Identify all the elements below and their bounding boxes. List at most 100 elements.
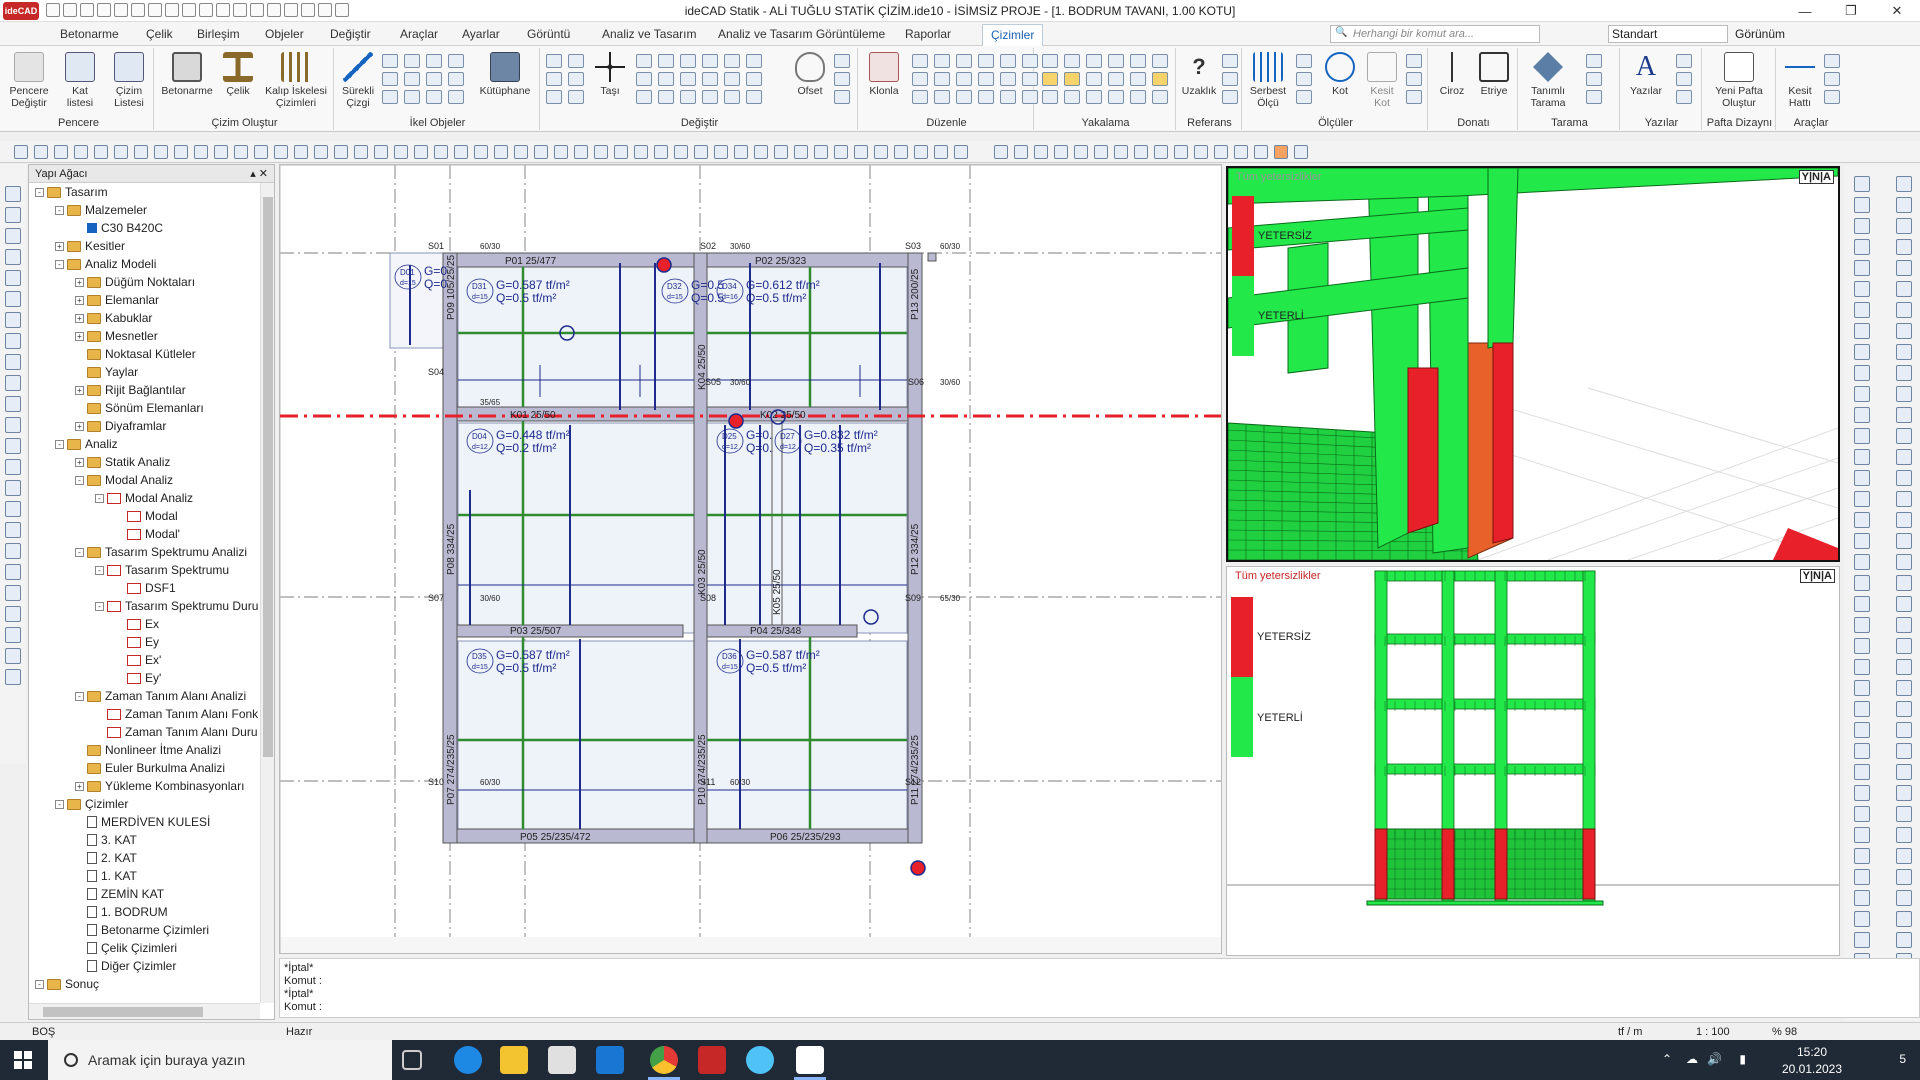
right-tool-icon[interactable] [1854, 302, 1870, 318]
tree-node[interactable]: 1. BODRUM [75, 903, 168, 921]
beam-label[interactable]: K01 25/50 [510, 410, 556, 421]
line-icon[interactable] [374, 145, 388, 159]
tree-scroll-thumb[interactable] [263, 197, 273, 757]
snap-near-icon[interactable] [1064, 72, 1080, 86]
distance-button[interactable]: ? Uzaklık [1180, 52, 1218, 97]
tree-node[interactable]: - Tasarım Spektrumu Analizi [75, 543, 247, 561]
beam-label[interactable]: P01 25/477 [505, 256, 557, 267]
status-zoom[interactable]: % 98 [1772, 1026, 1797, 1038]
beam-label[interactable]: P12 334/25 [910, 523, 921, 575]
menu-7[interactable]: Görüntü [527, 27, 570, 41]
tree-expander-icon[interactable]: + [75, 277, 84, 287]
tree-node[interactable]: + Yükleme Kombinasyonları [75, 777, 244, 795]
right-tool-icon[interactable] [1896, 491, 1912, 507]
dim-radius-icon[interactable] [1296, 90, 1312, 104]
menu-1[interactable]: Çelik [146, 27, 173, 41]
tree-node[interactable]: - Malzemeler [55, 201, 147, 219]
extend-icon[interactable] [1294, 145, 1308, 159]
offset-small-icon[interactable] [724, 90, 740, 104]
menu-2[interactable]: Birleşim [197, 27, 240, 41]
tree-vertical-scrollbar[interactable] [260, 183, 274, 1003]
right-tool-icon[interactable] [1896, 827, 1912, 843]
tree-horizontal-scrollbar[interactable] [29, 1003, 260, 1019]
library-button[interactable]: Kütüphane [474, 52, 536, 97]
join-icon[interactable] [746, 54, 762, 68]
plan-drawing-canvas[interactable]: D01 d=15 G=0 Q=0 D31 d=15 G=0.587 tf/m² Q=0.5 t… [279, 164, 1222, 954]
menu-8[interactable]: Analiz ve Tasarım [602, 27, 696, 41]
task-view-icon[interactable] [402, 1050, 422, 1070]
brush-icon[interactable] [568, 72, 584, 86]
line-icon[interactable] [382, 54, 398, 68]
angle-icon[interactable] [1222, 72, 1238, 86]
break-icon[interactable] [724, 54, 740, 68]
camera-icon[interactable] [874, 145, 888, 159]
text-a-icon[interactable] [1134, 145, 1148, 159]
select-icon[interactable] [794, 145, 808, 159]
volume-icon[interactable]: 🔊 [1707, 1052, 1722, 1066]
plan-svg[interactable]: D01d=15G=0Q=0 D31d=15G=0.587 tf/m²Q=0.5 t… [280, 165, 1222, 954]
tree-node[interactable]: DSF1 [115, 579, 176, 597]
right-tool-icon[interactable] [1896, 344, 1912, 360]
person-icon[interactable] [5, 627, 21, 643]
explode-icon[interactable] [746, 72, 762, 86]
tree-node[interactable]: + Düğüm Noktaları [75, 273, 195, 291]
menu-3[interactable]: Objeler [265, 27, 304, 41]
move-icon[interactable] [5, 459, 21, 475]
zoom-window-icon[interactable] [1054, 145, 1068, 159]
layer-icon[interactable] [714, 145, 728, 159]
right-tool-icon[interactable] [1896, 449, 1912, 465]
snap-track-icon[interactable] [1086, 90, 1102, 104]
elevation-svg[interactable] [1227, 567, 1839, 955]
scale-icon[interactable] [658, 72, 674, 86]
right-tool-icon[interactable] [1896, 701, 1912, 717]
pointer-icon[interactable] [1074, 145, 1088, 159]
new-sheet-button[interactable]: Yeni Pafta Oluştur [1706, 52, 1772, 109]
linetype-icon[interactable] [978, 90, 994, 104]
edit-icon[interactable] [74, 145, 88, 159]
dim-style-icon[interactable] [1406, 90, 1422, 104]
right-tool-icon[interactable] [1854, 512, 1870, 528]
tree-expander-icon[interactable]: + [75, 331, 84, 341]
curve-icon[interactable] [382, 90, 398, 104]
divide-icon[interactable] [658, 90, 674, 104]
right-tool-icon[interactable] [1896, 806, 1912, 822]
tree-node[interactable]: Zaman Tanım Alanı Duru [95, 723, 258, 741]
status-scale[interactable]: 1 : 100 [1696, 1026, 1730, 1038]
tree-node[interactable]: Yaylar [75, 363, 138, 381]
tree-expander-icon[interactable]: + [75, 781, 84, 791]
right-tool-icon[interactable] [1854, 218, 1870, 234]
scale-icon[interactable] [5, 522, 21, 538]
right-tool-icon[interactable] [1854, 428, 1870, 444]
polyline-button[interactable]: Sürekli Çizgi [338, 52, 378, 109]
paste-prop-icon[interactable] [934, 72, 950, 86]
window-change-button[interactable]: Pencere Değiştir [8, 52, 50, 109]
snap-all-icon[interactable] [1152, 90, 1168, 104]
right-tool-icon[interactable] [1896, 512, 1912, 528]
order-icon[interactable] [1000, 54, 1016, 68]
mirror-icon[interactable] [636, 72, 652, 86]
poly-icon[interactable] [134, 145, 148, 159]
chrome-icon[interactable] [650, 1046, 678, 1074]
delete-icon[interactable] [746, 90, 762, 104]
tools-icon[interactable] [5, 207, 21, 223]
erase-icon[interactable] [546, 72, 562, 86]
snap-perp-icon[interactable] [1108, 54, 1124, 68]
stair-icon[interactable] [5, 333, 21, 349]
rect-icon[interactable] [594, 145, 608, 159]
tree-node[interactable]: Ey [115, 633, 159, 651]
minimize-icon[interactable]: — [1782, 0, 1828, 22]
right-tool-icon[interactable] [1896, 617, 1912, 633]
link-icon[interactable] [754, 145, 768, 159]
copy-icon[interactable] [694, 145, 708, 159]
snap-node-icon[interactable] [1042, 72, 1058, 86]
tree-node[interactable]: 3. KAT [75, 831, 137, 849]
tree-node[interactable]: - Modal Analiz [95, 489, 193, 507]
beam-label[interactable]: K03 25/50 [697, 549, 708, 595]
tray-time[interactable]: 15:20 [1762, 1045, 1862, 1059]
pen-icon[interactable] [568, 54, 584, 68]
tree-node[interactable]: + Diyaframlar [75, 417, 166, 435]
snap-icon[interactable] [634, 145, 648, 159]
circle-icon[interactable] [574, 145, 588, 159]
tool-grid-icon[interactable] [1824, 54, 1840, 68]
text-icon[interactable] [5, 354, 21, 370]
